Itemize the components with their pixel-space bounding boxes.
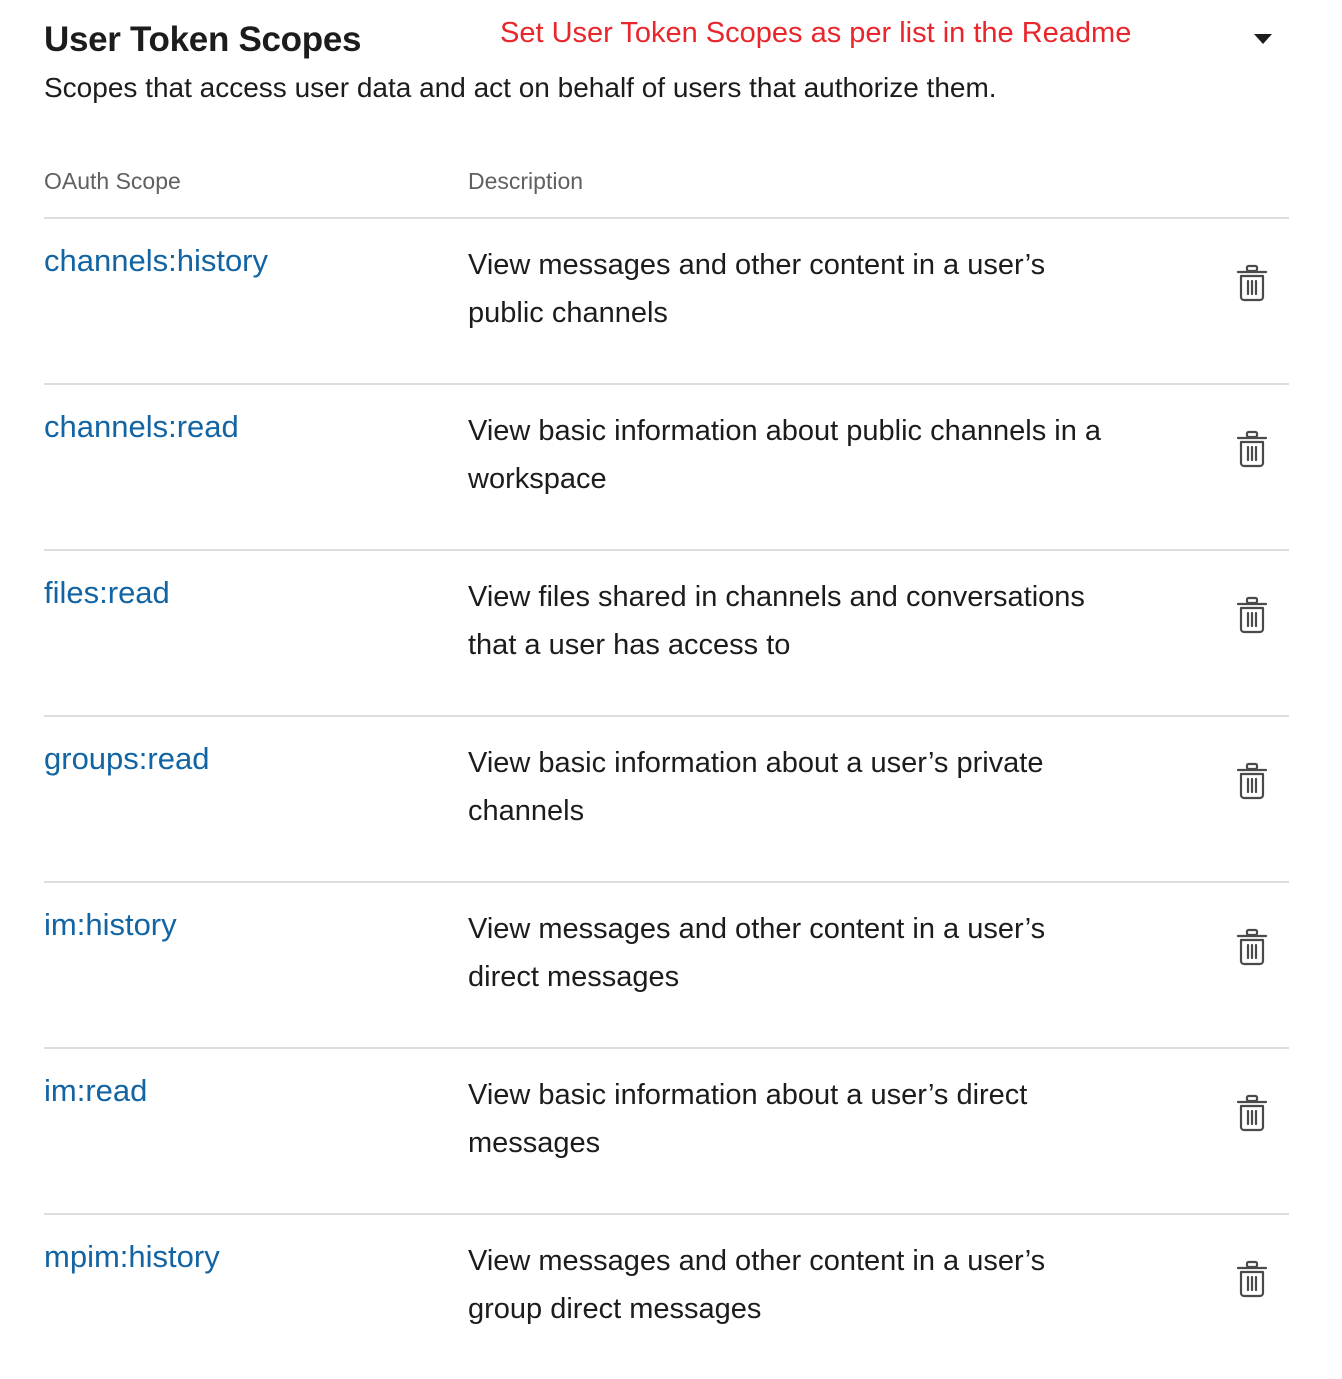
scope-table-body: channels:history View messages and other …	[44, 219, 1289, 1379]
user-token-scopes-section: User Token Scopes Set User Token Scopes …	[44, 0, 1289, 1379]
column-header-description: Description	[468, 168, 584, 194]
annotation-note: Set User Token Scopes as per list in the…	[500, 17, 1132, 49]
trash-icon	[1236, 762, 1268, 805]
table-row: files:read View files shared in channels …	[44, 551, 1289, 717]
scope-link[interactable]: channels:history	[44, 243, 268, 279]
trash-icon	[1236, 264, 1268, 307]
delete-scope-button[interactable]	[1230, 263, 1274, 307]
table-header: OAuth Scope Description	[44, 120, 1289, 219]
scope-description: View messages and other content in a use…	[468, 249, 1046, 329]
caret-down-icon	[1254, 34, 1272, 44]
delete-scope-button[interactable]	[1230, 761, 1274, 805]
delete-scope-button[interactable]	[1230, 927, 1274, 971]
table-row: groups:read View basic information about …	[44, 717, 1289, 883]
section-subtitle: Scopes that access user data and act on …	[44, 72, 997, 103]
table-row: channels:history View messages and other …	[44, 219, 1289, 385]
scope-description: View files shared in channels and conver…	[468, 581, 1085, 661]
scope-link[interactable]: groups:read	[44, 741, 209, 777]
scope-link[interactable]: channels:read	[44, 409, 239, 445]
trash-icon	[1236, 928, 1268, 971]
delete-scope-button[interactable]	[1230, 595, 1274, 639]
scope-link[interactable]: im:history	[44, 907, 177, 943]
scope-description: View basic information about public chan…	[468, 415, 1102, 495]
section-title: User Token Scopes	[44, 20, 362, 59]
scope-description: View basic information about a user’s di…	[468, 1079, 1028, 1159]
column-header-oauth-scope: OAuth Scope	[44, 168, 181, 194]
section-header: User Token Scopes Set User Token Scopes …	[44, 0, 1289, 120]
trash-icon	[1236, 1260, 1268, 1303]
trash-icon	[1236, 596, 1268, 639]
table-row: mpim:history View messages and other cont…	[44, 1215, 1289, 1379]
delete-scope-button[interactable]	[1230, 429, 1274, 473]
scope-link[interactable]: im:read	[44, 1073, 147, 1109]
delete-scope-button[interactable]	[1230, 1259, 1274, 1303]
scope-link[interactable]: mpim:history	[44, 1239, 220, 1275]
scope-description: View messages and other content in a use…	[468, 1245, 1046, 1325]
scope-description: View messages and other content in a use…	[468, 913, 1046, 993]
scope-link[interactable]: files:read	[44, 575, 170, 611]
table-row: im:read View basic information about a us…	[44, 1049, 1289, 1215]
delete-scope-button[interactable]	[1230, 1093, 1274, 1137]
collapse-toggle-button[interactable]	[1249, 26, 1277, 52]
table-row: im:history View messages and other conten…	[44, 883, 1289, 1049]
table-row: channels:read View basic information abou…	[44, 385, 1289, 551]
scope-description: View basic information about a user’s pr…	[468, 747, 1044, 827]
trash-icon	[1236, 430, 1268, 473]
trash-icon	[1236, 1094, 1268, 1137]
